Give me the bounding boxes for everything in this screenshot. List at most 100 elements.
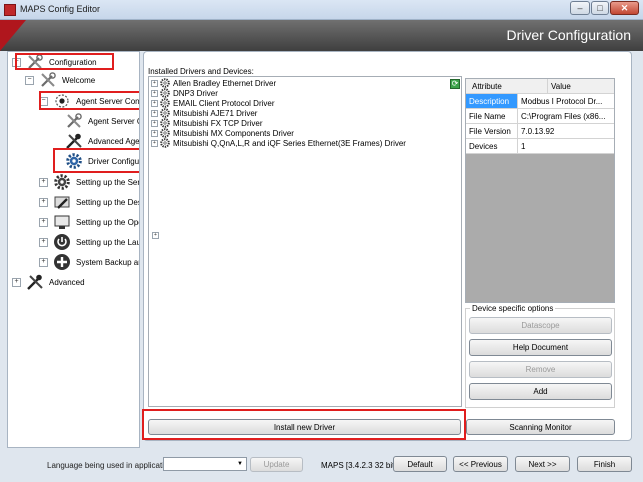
driver-item[interactable]: + Mitsubishi AJE71 Driver [151,108,406,118]
navigation-tree: − Configuration − Welcome − Agent Server… [7,51,140,448]
driver-label: Allen Bradley Ethernet Driver [173,78,277,88]
remove-button[interactable]: Remove [469,361,612,378]
expand-toggle[interactable]: + [39,197,48,207]
finish-button[interactable]: Finish [577,456,632,472]
driver-label: Mitsubishi AJE71 Driver [173,108,258,118]
tree-item-setting-up-launcher[interactable]: + Setting up the Launcl [39,232,140,252]
tree-item-label: Agent Server Cor [88,116,139,126]
tree-item-system-backup[interactable]: + System Backup and I [39,252,139,272]
gear-icon [160,88,170,98]
close-button[interactable]: ✕ [610,1,639,15]
tools-icon [25,272,45,292]
app-logo-icon [4,4,16,16]
tree-item-advanced[interactable]: + Advanced [12,272,85,292]
tree-item-label: Setting up the Operat [76,217,139,227]
tree-item-agent-server-core[interactable]: Agent Server Cor [64,111,139,131]
attribute-name: Description [466,94,518,108]
expand-toggle[interactable]: + [151,109,158,117]
power-icon [52,232,72,252]
tree-item-label: Setting up the Design [76,197,139,207]
attribute-value: Modbus I Protocol Dr... [521,96,603,106]
highlight-box [142,409,466,440]
expand-toggle[interactable]: + [39,217,48,227]
tree-item-welcome[interactable]: − Welcome [25,70,95,90]
tree-item-label: Setting up the Launcl [76,237,140,247]
tree-item-label: Advanced Agent [88,136,140,146]
table-row[interactable]: File Version 7.0.13.92 [466,124,614,139]
highlight-box [15,53,114,70]
wrench-screwdriver-icon [38,70,58,90]
scanning-monitor-button[interactable]: Scanning Monitor [466,419,615,435]
update-button[interactable]: Update [250,457,303,472]
attribute-column-header: Attribute [466,79,548,93]
gear-icon [160,118,170,128]
attribute-grid: Attribute Value Description Modbus I Pro… [465,78,615,303]
expand-toggle[interactable]: + [152,232,159,239]
driver-item[interactable]: + Mitsubishi FX TCP Driver [151,118,406,128]
gear-icon [160,78,170,88]
driver-item[interactable]: + DNP3 Driver [151,88,406,98]
add-button[interactable]: Add [469,383,612,400]
wrench-screwdriver-icon [64,111,84,131]
attribute-value: C:\Program Files (x86... [521,111,606,121]
chevron-down-icon: ▼ [237,461,243,467]
driver-label: Mitsubishi MX Components Driver [173,128,294,138]
device-options-title: Device specific options [470,304,556,313]
previous-button[interactable]: << Previous [453,456,508,472]
attribute-value: 1 [521,141,526,151]
tree-item-label: Welcome [62,75,96,85]
tree-item-setting-up-server[interactable]: + Setting up the Server [39,172,139,192]
expand-toggle[interactable]: + [151,79,158,87]
driver-item[interactable]: + Mitsubishi Q,QnA,L,R and iQF Series Et… [151,138,406,148]
driver-label: Mitsubishi FX TCP Driver [173,118,263,128]
driver-item[interactable]: + Allen Bradley Ethernet Driver [151,78,406,88]
expand-toggle[interactable]: + [151,139,158,147]
minimize-button[interactable]: – [570,1,590,15]
expand-toggle[interactable]: + [151,99,158,107]
page-title: Driver Configuration [506,27,632,43]
tree-item-setting-up-operator[interactable]: + Setting up the Operat [39,212,139,232]
tree-item-setting-up-designer[interactable]: + Setting up the Design [39,192,139,212]
next-button[interactable]: Next >> [515,456,570,472]
grid-header: Attribute Value [466,79,614,94]
driver-item[interactable]: + Mitsubishi MX Components Driver [151,128,406,138]
refresh-icon[interactable]: ⟳ [450,79,460,89]
attribute-value: 7.0.13.92 [521,126,555,136]
table-row[interactable]: Devices 1 [466,139,614,154]
expand-toggle[interactable]: + [151,119,158,127]
driver-label: DNP3 Driver [173,88,218,98]
attribute-name: Devices [466,139,518,153]
value-column-header: Value [551,81,571,91]
version-label: MAPS [3.4.2.3 32 bit] [321,461,397,470]
highlight-box [39,91,139,110]
attribute-name: File Version [466,124,518,138]
expand-toggle[interactable]: + [12,277,21,287]
collapse-toggle[interactable]: − [25,75,34,85]
attribute-name: File Name [466,109,518,123]
gear-icon [160,108,170,118]
maximize-button[interactable]: □ [591,1,609,15]
expand-toggle[interactable]: + [39,177,48,187]
tree-item-label: Advanced [49,277,85,287]
expand-toggle[interactable]: + [151,129,158,137]
expand-toggle[interactable]: + [151,89,158,97]
driver-label: EMAIL Client Protocol Driver [173,98,275,108]
brand-corner-accent [0,20,26,51]
drivers-tree[interactable]: + Allen Bradley Ethernet Driver + DNP3 D… [148,76,462,407]
gear-icon [160,138,170,148]
help-document-button[interactable]: Help Document [469,339,612,356]
datascope-button[interactable]: Datascope [469,317,612,334]
table-row[interactable]: Description Modbus I Protocol Dr... [466,94,614,109]
installed-drivers-label: Installed Drivers and Devices: [148,67,254,76]
expand-toggle[interactable]: + [39,237,48,247]
language-select[interactable]: ▼ [163,457,247,471]
gear-icon [52,172,72,192]
expand-toggle[interactable]: + [39,257,48,267]
highlight-box [53,148,139,173]
driver-label: Mitsubishi Q,QnA,L,R and iQF Series Ethe… [173,138,406,148]
driver-item[interactable]: + EMAIL Client Protocol Driver [151,98,406,108]
default-button[interactable]: Default [393,456,447,472]
table-row[interactable]: File Name C:\Program Files (x86... [466,109,614,124]
window-title: MAPS Config Editor [20,4,101,14]
pencil-icon [52,192,72,212]
